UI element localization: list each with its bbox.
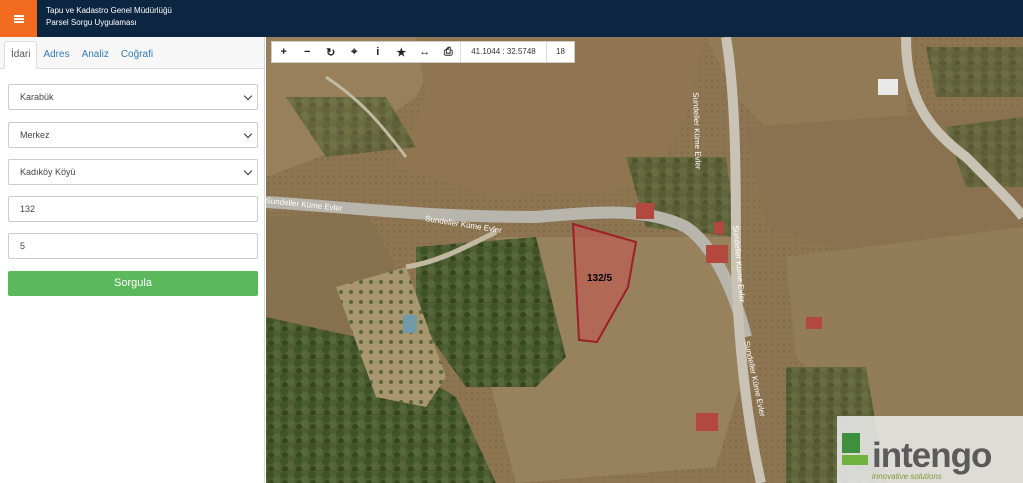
parcel-input[interactable]: 5 bbox=[8, 233, 258, 259]
block-value: 132 bbox=[20, 204, 36, 214]
info-icon[interactable]: i bbox=[366, 42, 390, 62]
province-value: Karabük bbox=[20, 92, 54, 102]
top-bar: Tapu ve Kadastro Genel Müdürlüğü Parsel … bbox=[0, 0, 1023, 37]
block-input[interactable]: 132 bbox=[8, 196, 258, 222]
menu-button[interactable] bbox=[0, 0, 37, 37]
zoom-out-icon[interactable]: − bbox=[296, 42, 320, 62]
app-title-line1: Tapu ve Kadastro Genel Müdürlüğü bbox=[46, 6, 172, 15]
app-title: Tapu ve Kadastro Genel Müdürlüğü Parsel … bbox=[46, 5, 172, 29]
logo-mark-icon bbox=[842, 433, 868, 465]
chevron-down-icon bbox=[243, 129, 253, 139]
query-tabs: İdari Adres Analiz Coğrafi bbox=[0, 37, 264, 69]
watermark-subtitle: innovative solutions bbox=[872, 472, 942, 481]
province-select[interactable]: Karabük bbox=[8, 84, 258, 110]
star-icon[interactable]: ★ bbox=[390, 42, 414, 62]
measure-icon[interactable]: ↔ bbox=[413, 42, 437, 62]
print-icon[interactable]: ⎙ bbox=[437, 42, 461, 62]
parcel-label: 132/5 bbox=[587, 273, 613, 284]
tab-analiz[interactable]: Analiz bbox=[76, 42, 115, 68]
neighborhood-value: Kadıköy Köyü bbox=[20, 167, 76, 177]
zoom-in-icon[interactable]: + bbox=[272, 42, 296, 62]
district-value: Merkez bbox=[20, 130, 50, 140]
neighborhood-select[interactable]: Kadıköy Köyü bbox=[8, 159, 258, 185]
map-toolbar: + − ↻ ⌖ i ★ ↔ ⎙ 41.1044 : 32.5748 18 bbox=[271, 41, 575, 63]
chevron-down-icon bbox=[243, 91, 253, 101]
zoom-level: 18 bbox=[546, 42, 574, 62]
watermark-text: intengo bbox=[872, 436, 992, 475]
district-select[interactable]: Merkez bbox=[8, 122, 258, 148]
refresh-icon[interactable]: ↻ bbox=[319, 42, 343, 62]
chevron-down-icon bbox=[243, 166, 253, 176]
parcel-value: 5 bbox=[20, 241, 26, 251]
tab-idari[interactable]: İdari bbox=[4, 41, 38, 69]
hamburger-icon bbox=[13, 14, 24, 23]
locate-icon[interactable]: ⌖ bbox=[343, 42, 367, 62]
tab-cografi[interactable]: Coğrafi bbox=[115, 42, 159, 68]
app-title-line2: Parsel Sorgu Uygulaması bbox=[46, 18, 137, 27]
coordinate-readout: 41.1044 : 32.5748 bbox=[460, 42, 546, 62]
query-button[interactable]: Sorgula bbox=[8, 271, 258, 296]
tab-adres[interactable]: Adres bbox=[37, 42, 75, 68]
